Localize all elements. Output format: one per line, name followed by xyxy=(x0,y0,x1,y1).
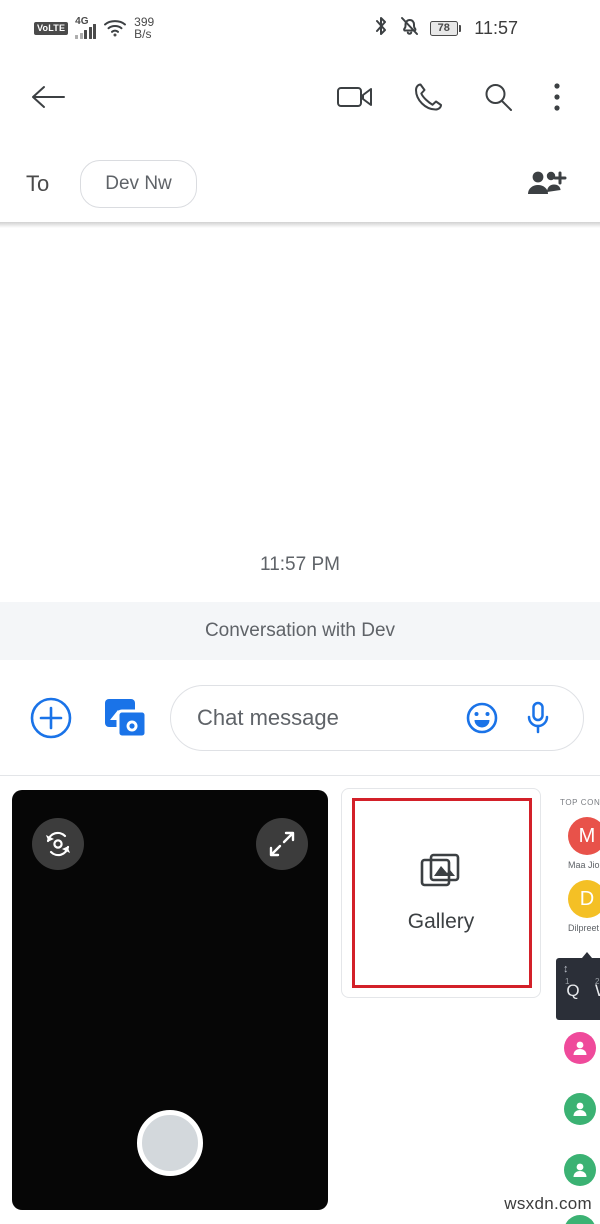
message-thread xyxy=(0,228,600,600)
side-peek-panel[interactable]: TOP CONTA M Maa Jio D Dilpreet ↕ 1 Q 2 W xyxy=(552,776,600,1224)
avatar xyxy=(564,1215,596,1224)
shutter-button[interactable] xyxy=(137,1110,203,1176)
status-bar-left: VoLTE 4G 399 B/s xyxy=(34,14,154,42)
add-people-icon[interactable] xyxy=(526,168,568,200)
notifications-muted-icon xyxy=(400,16,419,41)
back-arrow-icon[interactable] xyxy=(30,82,68,112)
signal-bars-icon: 4G xyxy=(75,16,97,39)
message-timestamp: 11:57 PM xyxy=(260,554,340,575)
keyboard-shift-icon[interactable]: ↕ xyxy=(556,958,600,980)
wifi-icon xyxy=(103,18,127,42)
keyboard-key-q[interactable]: 1 Q xyxy=(562,977,584,1002)
conversation-banner-label: Conversation with Dev xyxy=(204,620,396,641)
status-bar-right: 78 11:57 xyxy=(373,16,518,41)
microphone-icon[interactable] xyxy=(523,700,553,736)
keyboard-fragment[interactable]: ↕ 1 Q 2 W xyxy=(556,958,600,1020)
overflow-menu-icon[interactable] xyxy=(552,81,562,113)
toolbar-actions xyxy=(336,81,562,113)
expand-icon[interactable] xyxy=(256,818,308,870)
phone-screen: VoLTE 4G 399 B/s 78 11:57 To Dev Nw 11:5… xyxy=(0,0,600,1224)
top-contact-item[interactable]: M Maa Jio xyxy=(552,817,600,870)
search-icon[interactable] xyxy=(482,81,514,113)
chat-message-placeholder: Chat message xyxy=(197,704,339,730)
gallery-card[interactable]: Gallery xyxy=(341,788,541,998)
battery-icon: 78 xyxy=(429,20,462,36)
volte-badge: VoLTE xyxy=(34,21,69,35)
list-item[interactable]: I U C * xyxy=(552,1032,600,1075)
flip-camera-icon[interactable] xyxy=(32,818,84,870)
gallery-image-icon xyxy=(420,853,462,898)
top-contact-item[interactable]: D Dilpreet xyxy=(552,880,600,933)
recipient-chip[interactable]: Dev Nw xyxy=(80,160,197,208)
chat-message-input[interactable]: Chat message xyxy=(170,684,584,751)
conversation-banner: Conversation with Dev xyxy=(0,602,600,660)
keyboard-key-w[interactable]: 2 W xyxy=(592,977,600,1002)
avatar xyxy=(564,1032,596,1064)
top-contacts-title: TOP CONTA xyxy=(560,798,600,807)
list-item[interactable]: A 2 1 T xyxy=(552,1093,600,1136)
gallery-label: Gallery xyxy=(407,909,475,933)
list-item[interactable]: A S y D xyxy=(552,1215,600,1224)
avatar xyxy=(564,1093,596,1125)
top-contact-name: Dilpreet xyxy=(568,923,600,933)
media-picker-tray: Gallery xyxy=(0,776,600,1224)
phone-call-icon[interactable] xyxy=(412,81,444,113)
avatar xyxy=(564,1154,596,1186)
status-clock: 11:57 xyxy=(474,17,518,38)
video-call-icon[interactable] xyxy=(336,83,374,111)
status-bar: VoLTE 4G 399 B/s 78 11:57 xyxy=(0,0,600,56)
keyboard-key-row: 1 Q 2 W xyxy=(556,977,600,1002)
camera-gallery-icon[interactable] xyxy=(102,696,148,740)
network-speed: 399 B/s xyxy=(134,15,155,41)
avatar: M xyxy=(568,817,600,855)
emoji-icon[interactable] xyxy=(465,701,499,735)
compose-bar: Chat message xyxy=(0,660,600,775)
app-toolbar xyxy=(0,60,600,134)
avatar: D xyxy=(568,880,600,918)
to-label: To xyxy=(26,171,50,196)
camera-preview[interactable] xyxy=(12,790,328,1210)
gallery-card-content: Gallery xyxy=(354,801,528,985)
bluetooth-icon xyxy=(373,16,389,41)
watermark: wsxdn.com xyxy=(504,1194,592,1213)
list-item[interactable]: A K P H xyxy=(552,1154,600,1197)
recipient-row: To Dev Nw xyxy=(0,146,600,222)
add-attachment-icon[interactable] xyxy=(28,695,74,741)
top-contact-name: Maa Jio xyxy=(568,860,600,870)
